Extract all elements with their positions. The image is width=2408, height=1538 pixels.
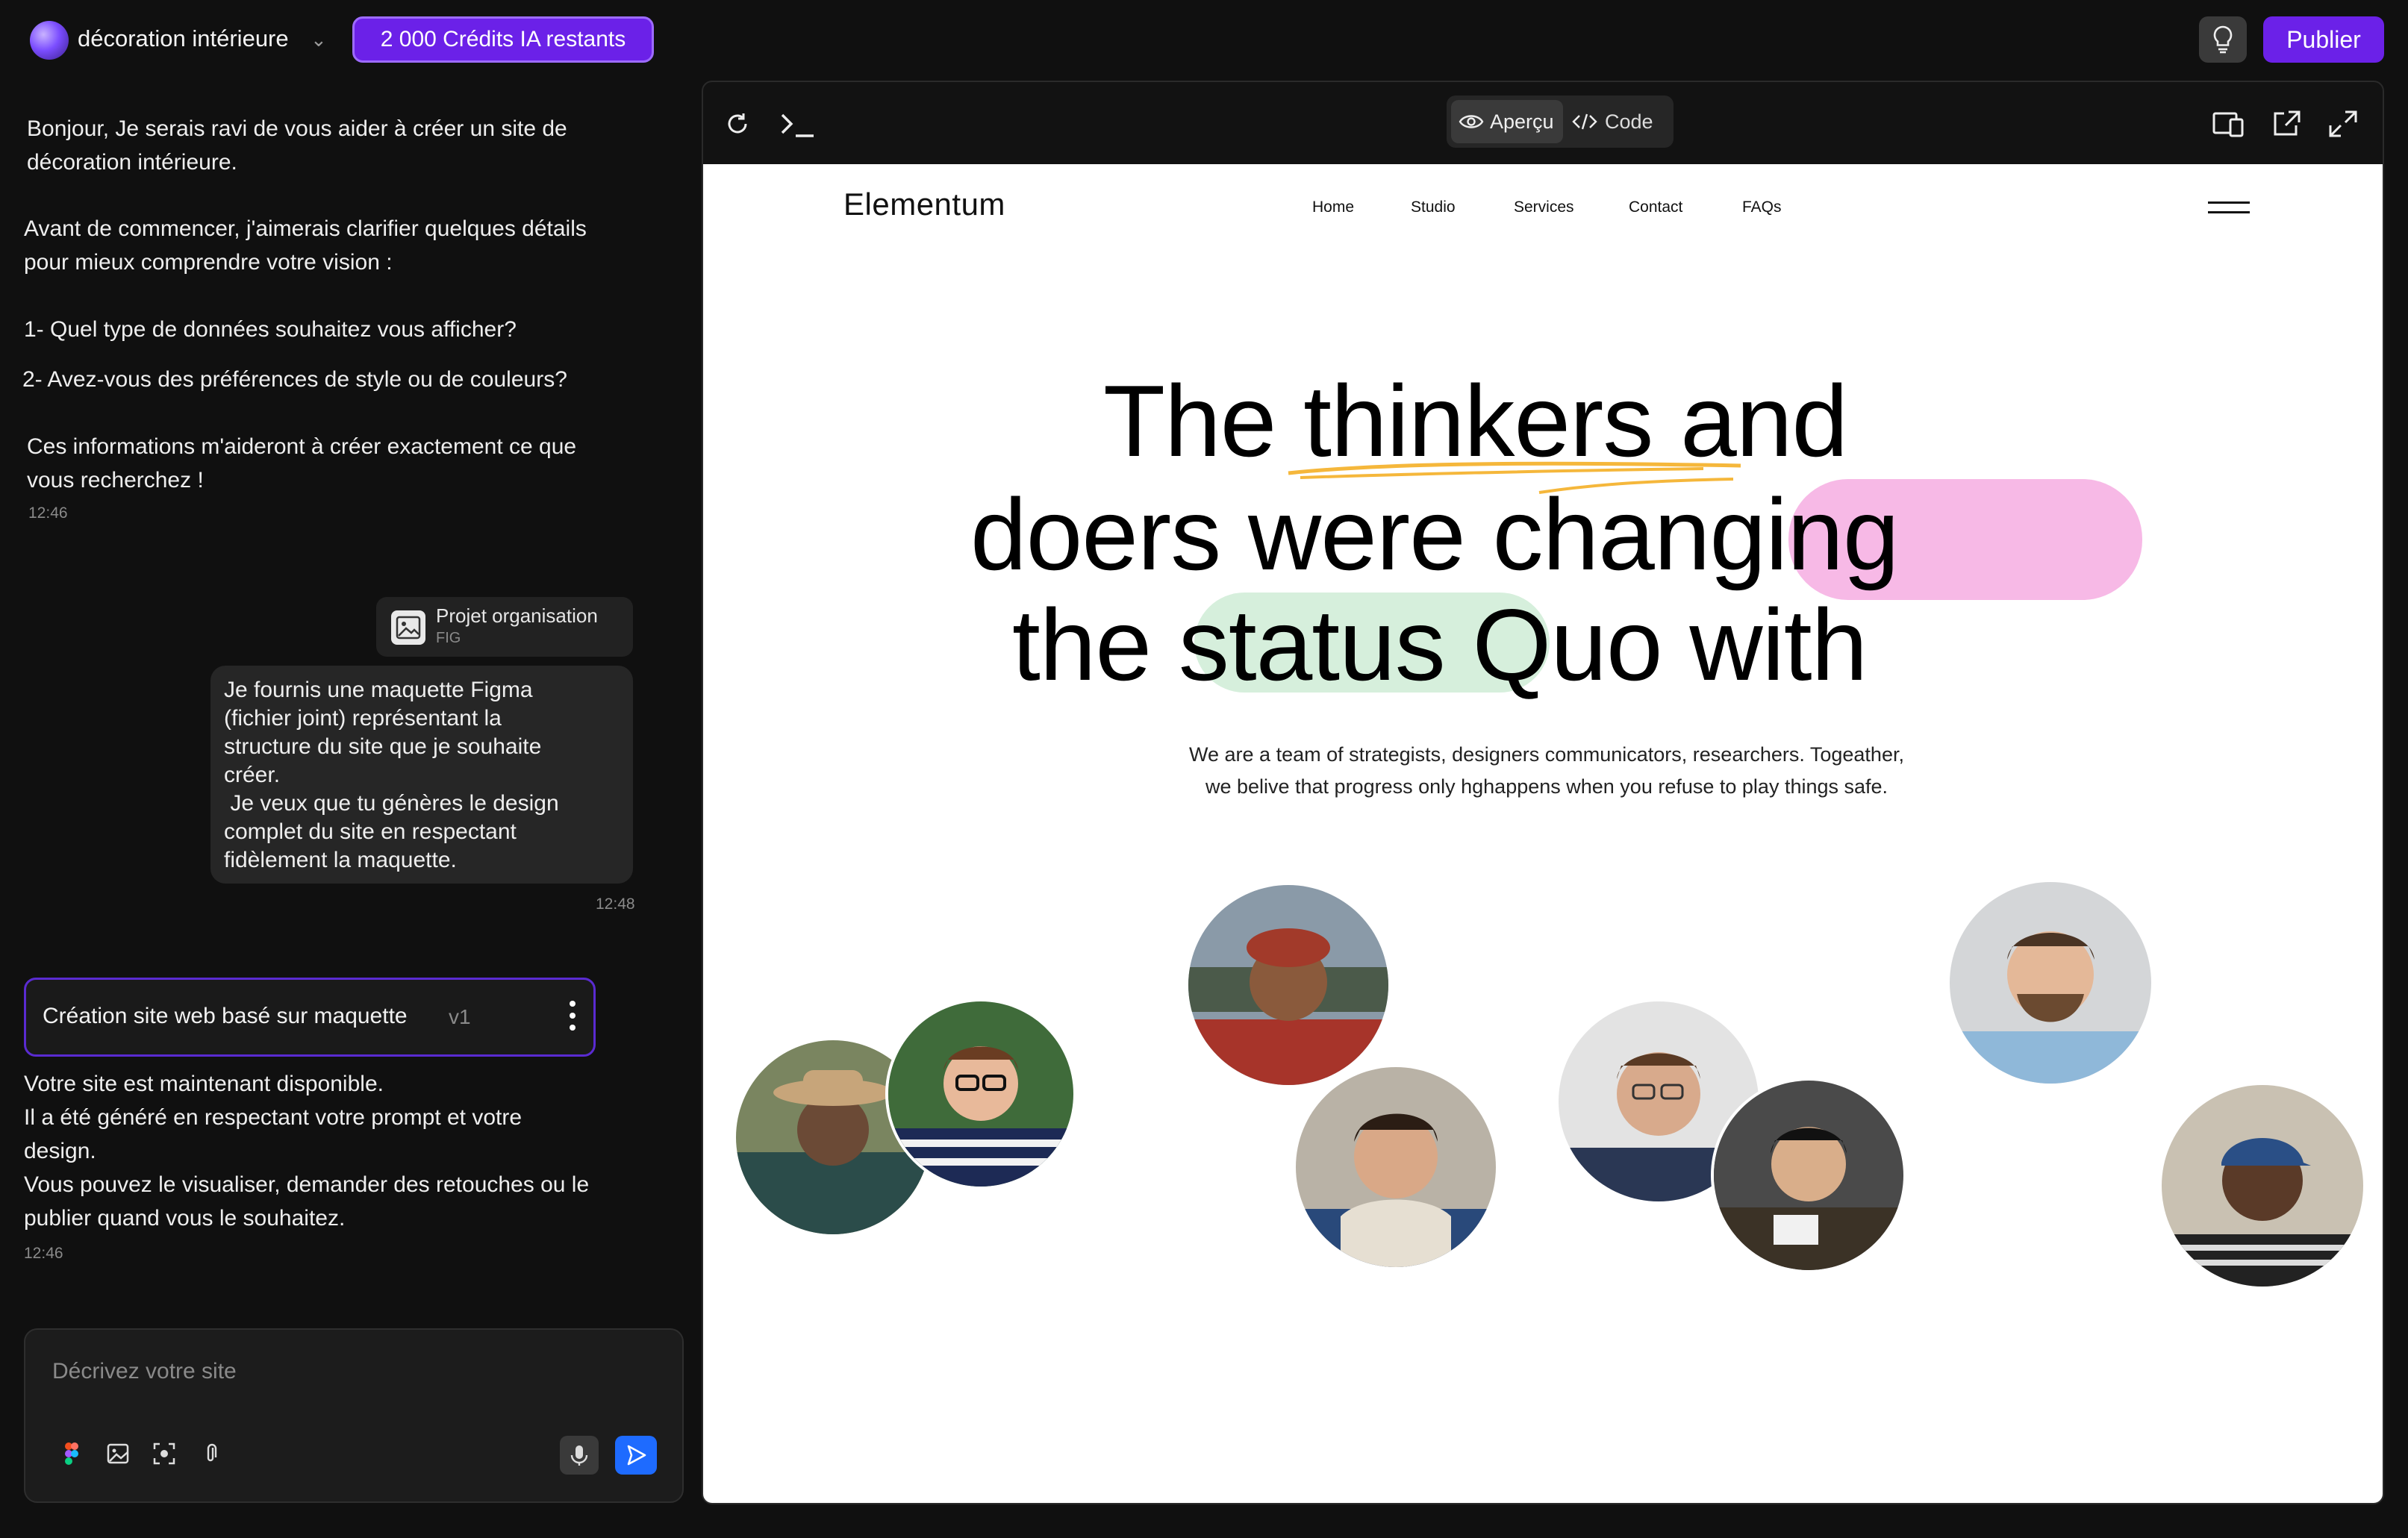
send-button[interactable]	[615, 1436, 657, 1475]
tab-apercu[interactable]: Aperçu	[1451, 100, 1563, 143]
image-file-icon	[391, 610, 425, 645]
hero-line-2: doers were changing	[970, 476, 1900, 593]
site-logo[interactable]: Elementum	[843, 187, 1005, 222]
app-logo[interactable]	[30, 21, 69, 60]
screenshot-icon[interactable]	[151, 1440, 178, 1467]
team-avatar	[2159, 1082, 2366, 1290]
view-toggle: Aperçu Code	[1447, 96, 1674, 148]
hero-word-changing: anging	[1598, 478, 1899, 591]
tab-apercu-label: Aperçu	[1490, 110, 1554, 133]
hero-word: The	[1103, 364, 1276, 478]
lightbulb-icon	[2213, 25, 2233, 54]
hero-line-3: the status Quo with	[1012, 587, 1868, 703]
nav-contact[interactable]: Contact	[1629, 198, 1682, 216]
version-card[interactable]: Création site web basé sur maquette v1	[24, 978, 596, 1057]
assistant-message-line: Il a été généré en respectant votre prom…	[24, 1105, 523, 1130]
paperclip-icon[interactable]	[197, 1440, 224, 1467]
attachment-card[interactable]: Projet organisation FIG	[376, 597, 633, 657]
team-avatar	[1185, 882, 1391, 1088]
eye-icon	[1459, 115, 1484, 128]
credits-badge[interactable]: 2 000 Crédits IA restants	[352, 16, 654, 63]
team-avatar	[1711, 1078, 1906, 1273]
user-message-line: Je fournis une maquette Figma	[224, 678, 533, 702]
attachment-type: FIG	[436, 630, 461, 646]
team-avatar	[1947, 879, 2154, 1087]
prompt-composer	[24, 1328, 684, 1503]
user-message-bubble: Je fournis une maquette Figma (fichier j…	[210, 666, 633, 884]
user-message-line: Je veux que tu génères le design	[224, 791, 559, 816]
external-link-icon[interactable]	[2271, 109, 2302, 143]
hero-word: and	[1680, 364, 1848, 478]
user-message-line: complet du site en respectant	[224, 819, 517, 844]
nav-home[interactable]: Home	[1312, 198, 1354, 216]
mic-icon	[570, 1445, 588, 1466]
assistant-message-line: 2- Avez-vous des préférences de style ou…	[22, 367, 567, 392]
user-message-line: structure du site que je souhaite	[224, 734, 542, 759]
assistant-message-line: Vous pouvez le visualiser, demander des …	[24, 1172, 590, 1197]
message-timestamp: 12:46	[24, 1245, 63, 1262]
user-message-line: créer.	[224, 763, 281, 787]
assistant-message-line: vous recherchez !	[27, 468, 204, 493]
nav-faqs[interactable]: FAQs	[1742, 198, 1782, 216]
assistant-message-line: Votre site est maintenant disponible.	[24, 1072, 384, 1096]
team-avatar	[885, 998, 1076, 1190]
nav-studio[interactable]: Studio	[1411, 198, 1456, 216]
hero-word: Quo with	[1472, 588, 1868, 701]
expand-icon[interactable]	[2327, 109, 2359, 143]
assistant-message-line: design.	[24, 1139, 96, 1163]
attachment-name: Projet organisation	[436, 604, 598, 627]
assistant-message-line: Bonjour, Je serais ravi de vous aider à …	[27, 116, 567, 141]
preview-window: Aperçu Code Elementum Home Studio Servic…	[702, 81, 2384, 1504]
assistant-message-line: pour mieux comprendre votre vision :	[24, 250, 393, 275]
user-message-line: fidèlement la maquette.	[224, 848, 457, 872]
tab-code-label: Code	[1605, 110, 1653, 133]
hero-subtitle-line: we belive that progress only hghappens w…	[1205, 775, 1888, 798]
hero-subtitle: We are a team of strategists, designers …	[1076, 739, 2017, 803]
assistant-message-line: Ces informations m'aideront à créer exac…	[27, 434, 577, 459]
send-icon	[627, 1445, 646, 1466]
mic-button[interactable]	[560, 1436, 599, 1475]
terminal-icon[interactable]	[779, 110, 817, 144]
hero-word-status: status	[1178, 588, 1446, 701]
message-timestamp: 12:48	[596, 895, 635, 913]
hero-line-1: The thinkers and	[1103, 363, 1848, 479]
hero-word: the	[1012, 588, 1152, 701]
nav-services[interactable]: Services	[1514, 198, 1574, 216]
assistant-message-line: 1- Quel type de données souhaitez vous a…	[24, 317, 517, 342]
assistant-message-line: publier quand vous le souhaitez.	[24, 1206, 346, 1231]
hamburger-menu-icon[interactable]	[2208, 201, 2250, 218]
user-message: Je fournis une maquette Figma (fichier j…	[224, 676, 620, 875]
hero-subtitle-line: We are a team of strategists, designers …	[1189, 743, 1904, 766]
message-timestamp: 12:46	[28, 504, 68, 522]
version-title: Création site web basé sur maquette	[43, 1004, 408, 1028]
team-avatar	[1293, 1064, 1499, 1270]
website-preview: Elementum Home Studio Services Contact F…	[703, 164, 2383, 1503]
hero-word: doers were ch	[970, 478, 1599, 591]
assistant-message-line: Avant de commencer, j'aimerais clarifier…	[24, 216, 587, 241]
figma-icon[interactable]	[58, 1440, 85, 1467]
hero-word-thinkers: thinkers	[1303, 364, 1653, 478]
project-name[interactable]: décoration intérieure	[78, 25, 289, 52]
responsive-icon[interactable]	[2211, 109, 2245, 143]
publish-button[interactable]: Publier	[2263, 16, 2384, 63]
version-tag: v1	[449, 1005, 471, 1028]
more-options-icon[interactable]	[570, 1001, 577, 1037]
code-icon	[1572, 113, 1597, 130]
chevron-down-icon[interactable]: ⌄	[311, 28, 327, 51]
refresh-icon[interactable]	[723, 109, 752, 143]
tab-code[interactable]: Code	[1569, 100, 1669, 143]
prompt-input[interactable]	[51, 1352, 651, 1391]
lightbulb-button[interactable]	[2199, 16, 2247, 63]
user-message-line: (fichier joint) représentant la	[224, 706, 502, 731]
image-icon[interactable]	[105, 1440, 131, 1467]
assistant-message-line: décoration intérieure.	[27, 150, 237, 175]
